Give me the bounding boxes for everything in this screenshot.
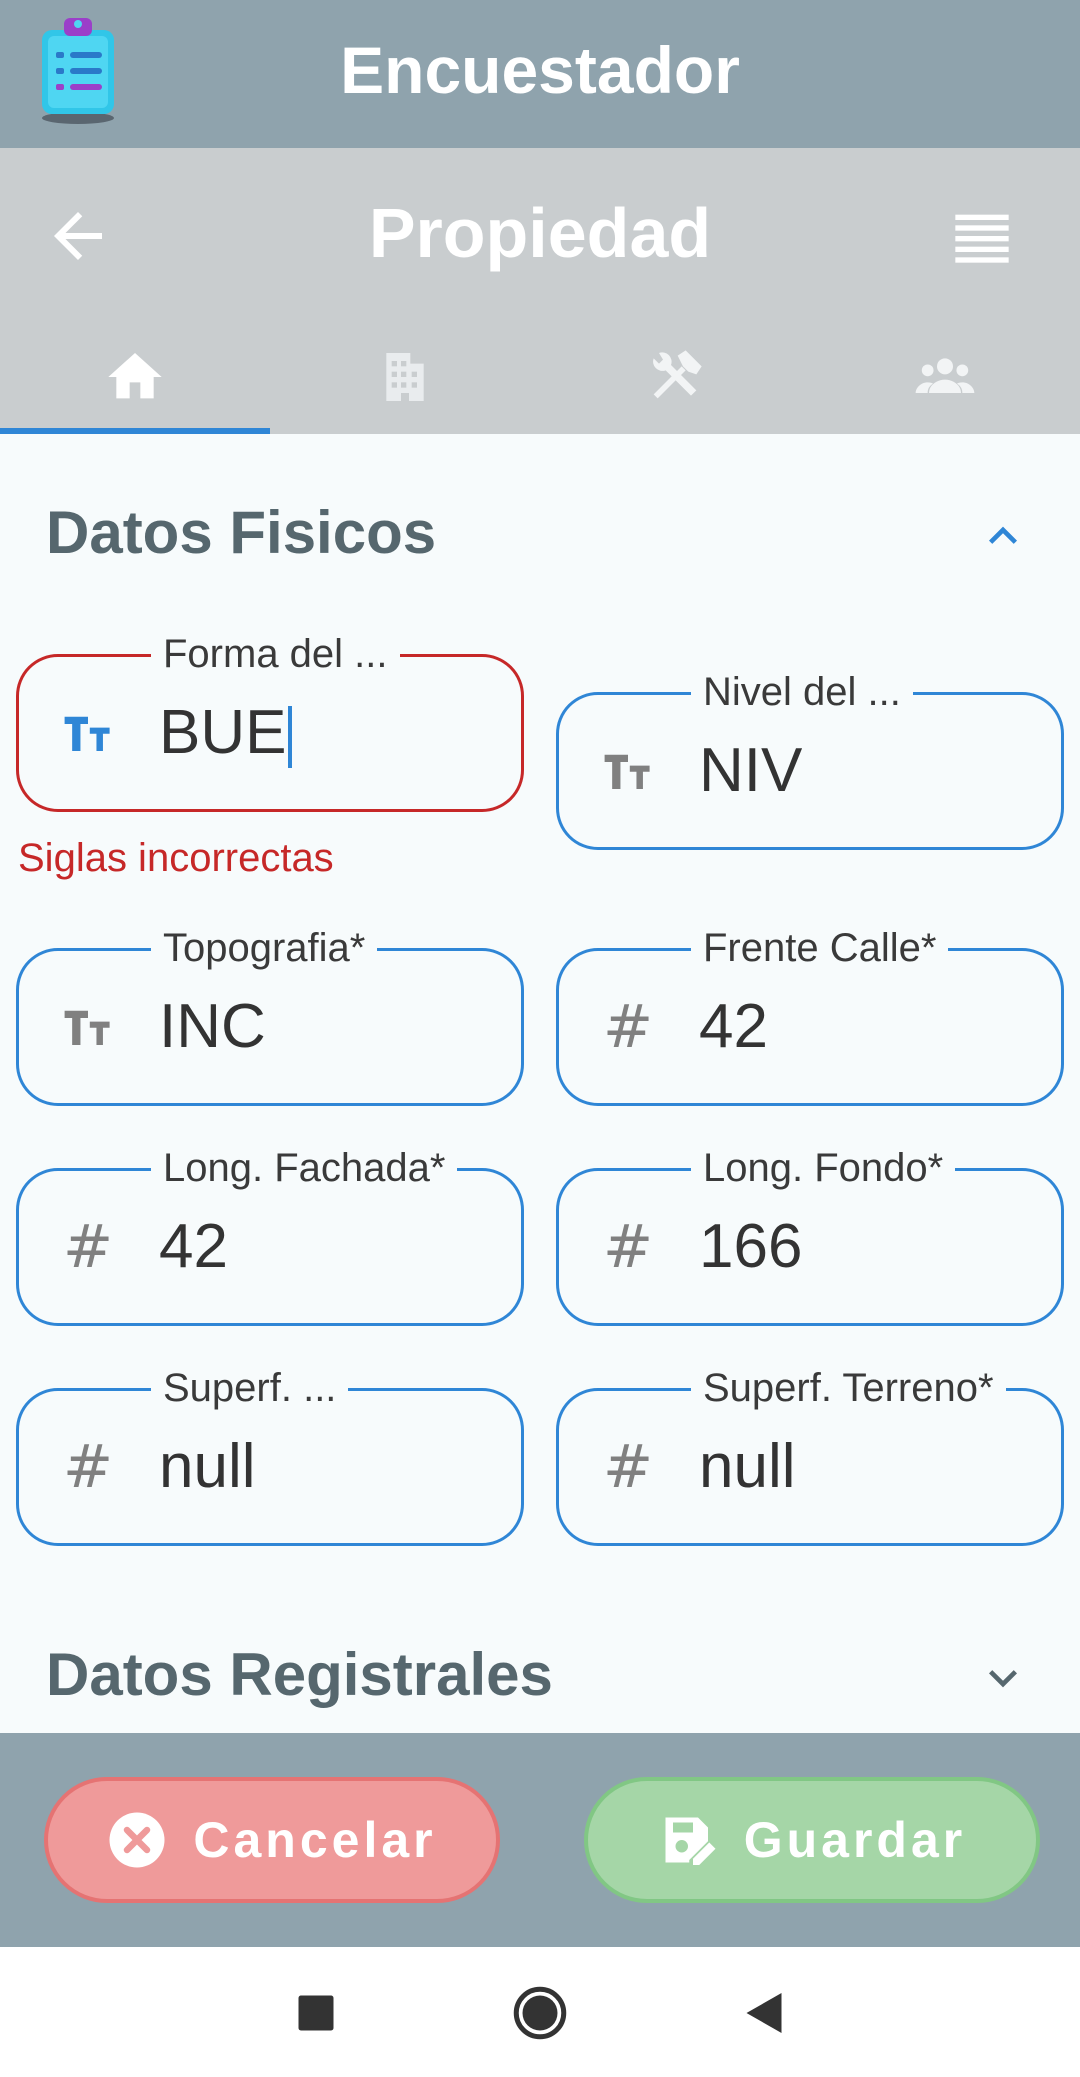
action-bar: Cancelar Guardar [0, 1733, 1080, 1947]
hash-icon: # [602, 992, 654, 1062]
save-button[interactable]: Guardar [584, 1777, 1040, 1903]
error-message: Siglas incorrectas [18, 836, 334, 880]
hash-icon: # [62, 1432, 114, 1502]
topografia-input[interactable]: INC [159, 951, 266, 1103]
section-title: Datos Fisicos [46, 499, 437, 566]
hash-icon: # [62, 1212, 114, 1282]
section-datos-fisicos[interactable]: Datos Fisicos [0, 483, 1080, 583]
nivel-field[interactable]: Nivel del ... NIV [556, 667, 1064, 850]
nivel-input[interactable]: NIV [699, 695, 802, 847]
frente-calle-field[interactable]: Frente Calle* # 42 [556, 923, 1064, 1106]
long-fachada-field[interactable]: Long. Fachada* # 42 [16, 1143, 524, 1326]
topografia-field[interactable]: Topografia* INC [16, 923, 524, 1106]
tab-building[interactable] [270, 320, 540, 434]
home-icon [108, 353, 162, 399]
recent-apps-icon[interactable] [286, 1983, 346, 2043]
text-icon [59, 998, 117, 1056]
back-nav-icon[interactable] [734, 1983, 794, 2043]
tab-home[interactable] [0, 320, 270, 434]
superf-terreno-field[interactable]: Superf. Terreno* # null [556, 1363, 1064, 1546]
hash-icon: # [602, 1212, 654, 1282]
chevron-down-icon[interactable] [975, 1650, 1031, 1706]
cancel-circle-icon [109, 1812, 165, 1868]
forma-input[interactable]: BUE [159, 657, 293, 809]
frente-calle-input[interactable]: 42 [699, 951, 768, 1103]
people-icon [915, 358, 975, 393]
menu-icon[interactable] [950, 200, 1014, 272]
app-bar: Encuestador [0, 0, 1080, 148]
long-fachada-input[interactable]: 42 [159, 1171, 228, 1323]
forma-field[interactable]: Forma del ... BUE [16, 629, 524, 812]
tab-bar [0, 320, 1080, 434]
building-icon [386, 353, 424, 401]
hash-icon: # [602, 1432, 654, 1502]
tab-tools[interactable] [540, 320, 810, 434]
long-fondo-input[interactable]: 166 [699, 1171, 802, 1323]
text-icon [59, 704, 117, 762]
cancel-button[interactable]: Cancelar [44, 1777, 500, 1903]
superf-cubierta-input[interactable]: null [159, 1391, 256, 1543]
save-label: Guardar [743, 1812, 967, 1868]
superf-terreno-input[interactable]: null [699, 1391, 796, 1543]
chevron-up-icon[interactable] [975, 508, 1031, 564]
text-icon [599, 742, 657, 800]
home-nav-icon[interactable] [510, 1983, 570, 2043]
long-fondo-field[interactable]: Long. Fondo* # 166 [556, 1143, 1064, 1326]
superf-cubierta-field[interactable]: Superf. ... # null [16, 1363, 524, 1546]
section-title: Datos Registrales [46, 1641, 553, 1708]
section-datos-registrales[interactable]: Datos Registrales [0, 1625, 1080, 1725]
save-edit-icon [665, 1817, 716, 1865]
page-title: Propiedad [368, 194, 712, 272]
system-nav-bar [0, 1947, 1080, 2077]
tools-icon [653, 350, 702, 399]
cancel-label: Cancelar [193, 1812, 437, 1868]
page-header: Propiedad [0, 148, 1080, 434]
app-title: Encuestador [340, 33, 740, 107]
tab-people[interactable] [810, 320, 1080, 434]
active-tab-indicator [0, 428, 270, 434]
